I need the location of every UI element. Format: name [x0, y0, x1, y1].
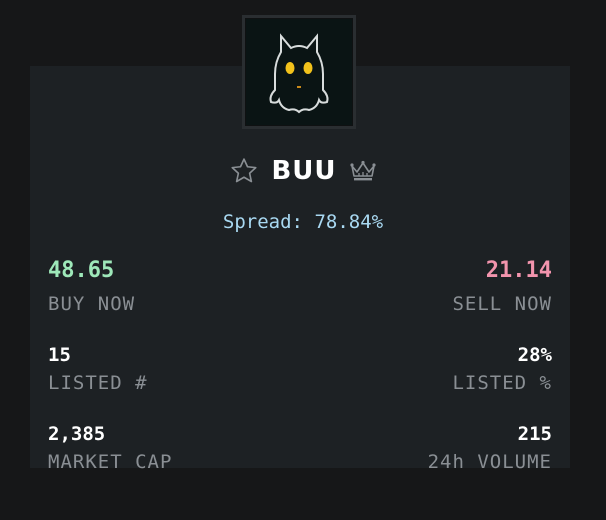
market-cap-value: 2,385 — [48, 423, 106, 445]
sell-now-label: SELL NOW — [452, 293, 552, 315]
buy-now-value: 48.65 — [48, 258, 115, 283]
volume-label: 24h VOLUME — [427, 451, 552, 473]
star-outline-icon[interactable] — [229, 156, 259, 186]
market-cap-stat: 2,385 MARKET CAP — [48, 423, 172, 473]
sell-now-value: 21.14 — [485, 258, 552, 283]
listed-count-value: 15 — [48, 344, 71, 366]
spread-value: 78.84% — [314, 211, 384, 233]
listed-pct-value: 28% — [517, 344, 552, 366]
listed-count-label: LISTED # — [48, 372, 148, 394]
volume-value: 215 — [517, 423, 552, 445]
buy-now-label: BUY NOW — [48, 293, 136, 315]
ghost-avatar-image — [246, 19, 352, 125]
listed-pct-stat: 28% LISTED % — [452, 344, 552, 394]
listed-pct-label: LISTED % — [452, 372, 552, 394]
token-title-row: BUU — [0, 156, 606, 186]
listed-count-stat: 15 LISTED # — [48, 344, 148, 394]
token-name: BUU — [271, 156, 337, 186]
ghost-icon — [269, 33, 329, 114]
spread-label: Spread: — [222, 211, 303, 233]
crown-icon — [349, 160, 377, 182]
sell-now-stat[interactable]: 21.14 SELL NOW — [452, 258, 552, 315]
volume-stat: 215 24h VOLUME — [428, 423, 552, 473]
buy-now-stat[interactable]: 48.65 BUY NOW — [48, 258, 135, 315]
market-cap-label: MARKET CAP — [48, 451, 173, 473]
token-avatar — [242, 15, 356, 129]
spread-readout: Spread: 78.84% — [0, 211, 606, 233]
